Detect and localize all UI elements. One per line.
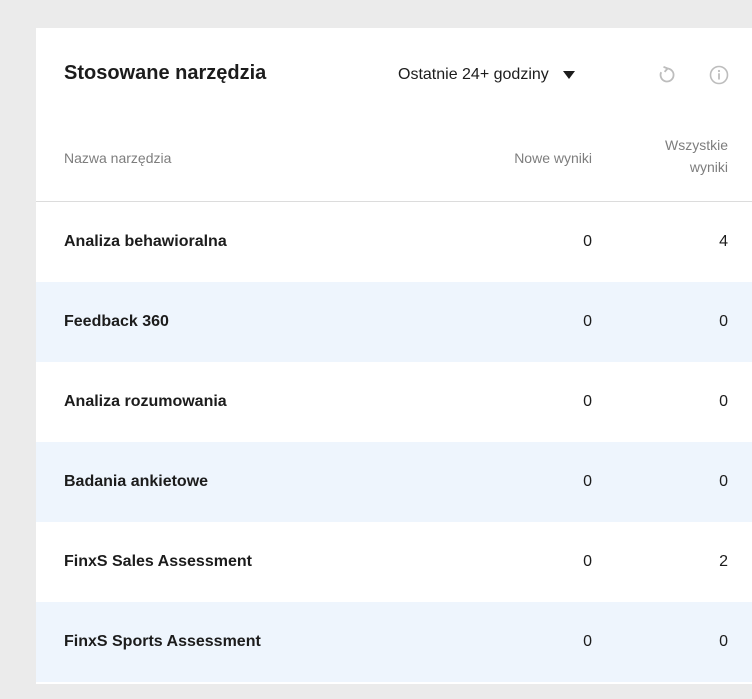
table-row[interactable]: Analiza behawioralna 0 4: [36, 202, 752, 282]
period-label: Ostatnie 24+ godziny: [398, 66, 549, 83]
column-header-new-results: Nowe wyniki: [514, 150, 592, 166]
new-results-value: 0: [583, 233, 592, 250]
refresh-icon[interactable]: [656, 64, 678, 86]
card-header: Stosowane narzędzia Ostatnie 24+ godziny: [36, 28, 752, 120]
column-header-name: Nazwa narzędzia: [64, 150, 172, 166]
all-results-value: 0: [719, 473, 728, 490]
period-dropdown[interactable]: Ostatnie 24+ godziny: [398, 64, 575, 86]
new-results-value: 0: [583, 633, 592, 650]
table-row[interactable]: FinxS Sales Assessment 0 2: [36, 522, 752, 602]
card-title: Stosowane narzędzia: [64, 62, 267, 84]
tool-name: Feedback 360: [64, 313, 169, 330]
all-results-value: 0: [719, 313, 728, 330]
table-row[interactable]: FinxS Sports Assessment 0 0: [36, 602, 752, 682]
tools-used-card: Stosowane narzędzia Ostatnie 24+ godziny…: [36, 28, 752, 684]
column-header-all-results-line2: wyniki: [689, 159, 728, 175]
all-results-value: 4: [719, 233, 728, 250]
new-results-value: 0: [583, 553, 592, 570]
new-results-value: 0: [583, 473, 592, 490]
caret-down-icon: [562, 71, 575, 79]
info-icon[interactable]: [708, 64, 730, 86]
table-row[interactable]: Badania ankietowe 0 0: [36, 442, 752, 522]
all-results-value: 2: [719, 553, 728, 570]
table-body: Analiza behawioralna 0 4 Feedback 360 0 …: [36, 202, 752, 682]
table-row[interactable]: Feedback 360 0 0: [36, 282, 752, 362]
column-header-all-results: Wszystkie wyniki: [638, 134, 728, 178]
new-results-value: 0: [583, 313, 592, 330]
table-row[interactable]: Analiza rozumowania 0 0: [36, 362, 752, 442]
tool-name: Badania ankietowe: [64, 473, 209, 490]
tool-name: Analiza rozumowania: [64, 393, 227, 410]
all-results-value: 0: [719, 633, 728, 650]
tool-name: Analiza behawioralna: [64, 233, 227, 250]
column-header-all-results-line1: Wszystkie: [665, 137, 728, 153]
table-header: Nazwa narzędzia Nowe wyniki Wszystkie wy…: [36, 120, 752, 202]
tool-name: FinxS Sales Assessment: [64, 553, 252, 570]
tool-name: FinxS Sports Assessment: [64, 633, 261, 650]
new-results-value: 0: [583, 393, 592, 410]
all-results-value: 0: [719, 393, 728, 410]
